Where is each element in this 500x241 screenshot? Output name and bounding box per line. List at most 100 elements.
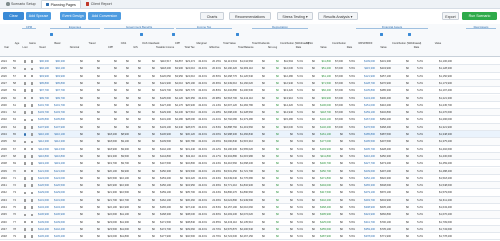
- table-row[interactable]: 2029 60 $99,700 $99,700 $0 $0 $0 $0 $0 $0 $125,600…: [0, 94, 500, 102]
- column-header[interactable]: Travel: [84, 42, 100, 45]
- gains-checkbox[interactable]: [30, 60, 34, 63]
- table-row[interactable]: 2033 64 $107,900 $107,900 $0 $0 $0 $0 $0 $0 $133,1…: [0, 123, 500, 131]
- gains-checkbox[interactable]: [30, 125, 34, 129]
- column-header[interactable]: Gains: [29, 42, 36, 45]
- table-row[interactable]: 2036 67 $114,500 $114,500 $0 $0 $18,900 $9,300 $…: [0, 146, 500, 153]
- table-cell[interactable]: $119,200: [36, 160, 49, 167]
- table-row[interactable]: 2028 59 $97,700 $97,700 $0 $0 $0 $0 $0 $0 $123,700…: [0, 87, 500, 95]
- clear-button[interactable]: Clear: [3, 12, 24, 20]
- gains-checkbox[interactable]: [30, 89, 34, 93]
- gains-checkbox[interactable]: [30, 133, 34, 136]
- gains-checkbox[interactable]: [30, 162, 34, 166]
- lost-checkbox[interactable]: [23, 184, 27, 187]
- table-cell[interactable]: $112,300: [50, 138, 65, 145]
- lost-checkbox[interactable]: [23, 206, 27, 209]
- charts-button[interactable]: Charts: [200, 12, 224, 20]
- lost-checkbox[interactable]: [23, 111, 27, 114]
- table-row[interactable]: 2046 77 $139,600 $139,600 $0 $0 $23,000 $11,300…: [0, 219, 500, 226]
- table-cell[interactable]: $101,700: [36, 102, 49, 109]
- run-scenario-button[interactable]: Run Scenario: [462, 12, 497, 20]
- table-cell[interactable]: $90,300: [50, 58, 65, 65]
- table-cell[interactable]: $99,700: [36, 95, 49, 102]
- tab-scenario-setup[interactable]: Scenario Setup: [2, 0, 40, 8]
- table-row[interactable]: 2034 65 $110,100 $110,100 $0 $0 $18,200 $8,900 $…: [0, 131, 500, 139]
- table-cell[interactable]: $97,700: [50, 87, 65, 94]
- table-row[interactable]: 2025 56 $92,100 $92,100 $0 $0 $0 $0 $0 $0 $118,200…: [0, 65, 500, 73]
- gains-checkbox[interactable]: [30, 169, 34, 173]
- lost-checkbox[interactable]: [23, 82, 27, 85]
- gains-checkbox[interactable]: [30, 206, 34, 209]
- add-spouse-button[interactable]: Add Spouse: [26, 12, 51, 20]
- table-cell[interactable]: $107,900: [36, 124, 49, 131]
- gains-checkbox[interactable]: [30, 177, 34, 180]
- column-header[interactable]: Total Dividends: [252, 42, 270, 45]
- table-cell[interactable]: $136,900: [36, 211, 49, 218]
- column-header[interactable]: OAS: [118, 42, 129, 45]
- table-cell[interactable]: $90,300: [36, 58, 49, 65]
- lost-checkbox[interactable]: [23, 213, 27, 217]
- table-cell[interactable]: $129,000: [36, 189, 49, 196]
- expenses-settings-icon[interactable]: [50, 33, 53, 36]
- gains-checkbox[interactable]: [30, 118, 34, 122]
- table-cell[interactable]: $92,100: [36, 65, 49, 72]
- table-cell[interactable]: $134,200: [50, 204, 65, 211]
- lost-checkbox[interactable]: [23, 147, 27, 151]
- table-cell[interactable]: $145,200: [36, 233, 49, 240]
- table-cell[interactable]: $114,500: [50, 146, 65, 153]
- table-cell[interactable]: $131,600: [50, 197, 65, 204]
- lost-checkbox[interactable]: [23, 140, 27, 144]
- recommendations-button[interactable]: Recommendations: [229, 12, 271, 20]
- lost-checkbox[interactable]: [23, 118, 27, 122]
- table-cell[interactable]: $126,500: [36, 182, 49, 189]
- table-row[interactable]: 2038 69 $119,200 $119,200 $0 $0 $19,700 $9,700 $…: [0, 160, 500, 168]
- benefits-settings-icon[interactable]: [140, 33, 143, 36]
- table-cell[interactable]: $103,700: [50, 109, 65, 116]
- table-cell[interactable]: $116,800: [36, 153, 49, 160]
- event-design-button[interactable]: Event Design: [60, 12, 86, 20]
- column-header[interactable]: Rate: [344, 46, 355, 49]
- table-cell[interactable]: $101,700: [50, 102, 65, 109]
- column-header[interactable]: Effective: [208, 46, 221, 49]
- lost-checkbox[interactable]: [23, 162, 27, 166]
- column-header[interactable]: Value: [316, 46, 331, 49]
- column-header[interactable]: Contribution (Withdrawal): [280, 42, 309, 45]
- gains-checkbox[interactable]: [30, 147, 34, 151]
- column-header[interactable]: Contribution (Withdrawal): [392, 42, 421, 45]
- lost-checkbox[interactable]: [23, 96, 27, 100]
- gains-checkbox[interactable]: [30, 74, 34, 78]
- column-header[interactable]: Total Balance: [238, 46, 254, 49]
- gains-checkbox[interactable]: [30, 82, 34, 85]
- table-cell[interactable]: $105,800: [36, 116, 49, 123]
- table-row[interactable]: 2037 68 $116,800 $116,800 $0 $0 $19,300 $9,500 $…: [0, 152, 500, 161]
- table-cell[interactable]: $121,600: [50, 168, 65, 175]
- table-cell[interactable]: $95,800: [36, 80, 49, 87]
- column-header[interactable]: RRSP/RRIF: [356, 42, 375, 45]
- gains-checkbox[interactable]: [30, 213, 34, 217]
- column-header[interactable]: Total Tax: [184, 46, 195, 49]
- table-cell[interactable]: $95,800: [50, 80, 65, 87]
- column-header[interactable]: CPP: [104, 46, 117, 49]
- table-cell[interactable]: $97,700: [36, 87, 49, 94]
- table-cell[interactable]: $124,000: [36, 175, 49, 182]
- table-cell[interactable]: $105,800: [50, 116, 65, 123]
- column-header[interactable]: OAS Clawback: [142, 42, 159, 45]
- column-header[interactable]: Rate: [410, 46, 423, 49]
- table-row[interactable]: 2042 73 $129,000 $129,000 $0 $0 $21,300 $10,500…: [0, 189, 500, 197]
- table-cell[interactable]: $116,800: [50, 153, 65, 160]
- lost-checkbox[interactable]: [23, 104, 27, 107]
- table-row[interactable]: 2045 76 $136,900 $136,900 $0 $0 $22,600 $11,100…: [0, 211, 500, 219]
- table-cell[interactable]: $139,600: [50, 219, 65, 226]
- gains-checkbox[interactable]: [30, 96, 34, 100]
- table-cell[interactable]: $99,700: [50, 95, 65, 102]
- gains-checkbox[interactable]: [30, 67, 34, 71]
- table-cell[interactable]: $145,200: [50, 233, 65, 240]
- lost-checkbox[interactable]: [23, 125, 27, 129]
- results-analysis-button[interactable]: Results Analysis ▾: [318, 12, 358, 20]
- table-row[interactable]: 2040 71 $124,000 $124,000 $0 $0 $20,500 $10,100…: [0, 175, 500, 183]
- table-cell[interactable]: $107,900: [50, 124, 65, 131]
- gains-checkbox[interactable]: [30, 140, 34, 144]
- lost-checkbox[interactable]: [23, 89, 27, 93]
- column-header[interactable]: Basic: [50, 42, 65, 45]
- lost-checkbox[interactable]: [23, 60, 27, 63]
- tax-settings-icon[interactable]: [172, 33, 175, 36]
